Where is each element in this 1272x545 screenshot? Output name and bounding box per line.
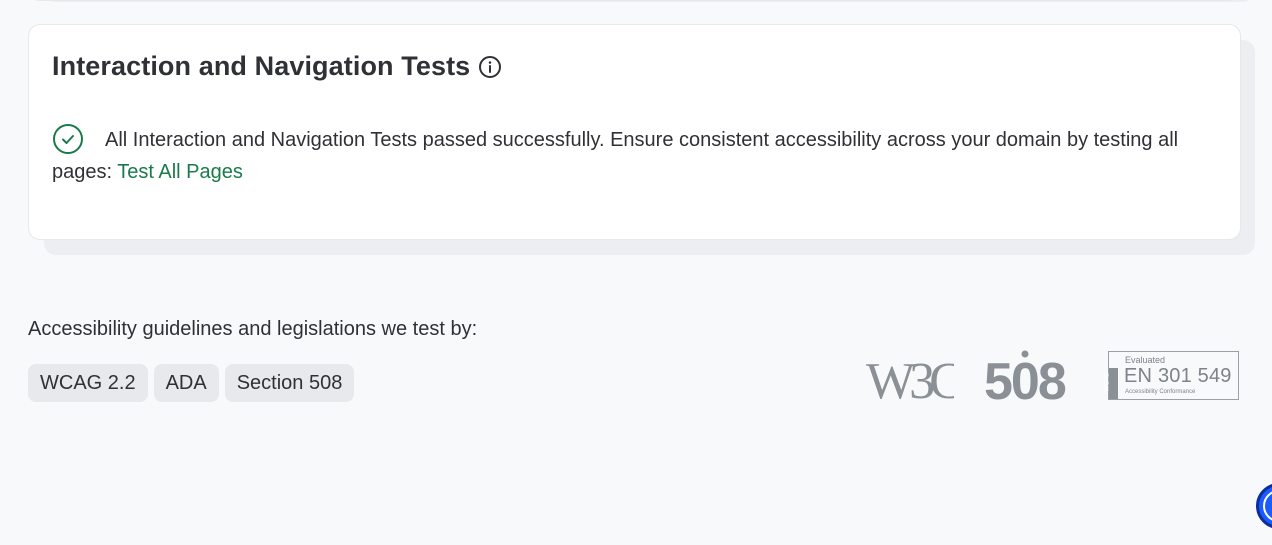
check-circle-icon xyxy=(53,124,83,154)
guideline-tags: WCAG 2.2 ADA Section 508 xyxy=(28,364,355,402)
tag-section-508: Section 508 xyxy=(224,364,355,402)
chat-icon xyxy=(1263,490,1272,522)
guidelines-label: Accessibility guidelines and legislation… xyxy=(28,318,478,340)
interaction-navigation-card: Interaction and Navigation Tests All Int… xyxy=(28,24,1241,240)
page: Interaction and Navigation Tests All Int… xyxy=(0,0,1272,545)
section-508-logo: 508 xyxy=(984,350,1068,403)
test-all-pages-link[interactable]: Test All Pages xyxy=(117,161,243,183)
en-badge-evaluated: Evaluated xyxy=(1125,355,1166,365)
info-icon[interactable] xyxy=(478,55,502,79)
chat-widget-button[interactable] xyxy=(1256,483,1272,529)
en-badge-subtitle: Accessibility Conformance xyxy=(1125,389,1196,395)
card-message: All Interaction and Navigation Tests pas… xyxy=(52,123,1222,188)
w3c-logo: W3C xyxy=(866,353,954,402)
en-badge-number: EN 301 549 xyxy=(1124,365,1232,387)
card-title: Interaction and Navigation Tests xyxy=(52,51,502,82)
en-badge-side: WCAG xyxy=(1104,368,1118,399)
w3c-logo-text: W3C xyxy=(866,353,954,402)
en-301-549-badge: WCAG Evaluated EN 301 549 Accessibility … xyxy=(1104,351,1239,400)
card-title-text: Interaction and Navigation Tests xyxy=(52,51,471,81)
previous-card xyxy=(28,0,1240,1)
wheelchair-icon xyxy=(1021,350,1029,358)
section-508-logo-text: 508 xyxy=(984,353,1066,403)
tag-ada: ADA xyxy=(153,364,219,402)
tag-wcag: WCAG 2.2 xyxy=(28,364,148,402)
